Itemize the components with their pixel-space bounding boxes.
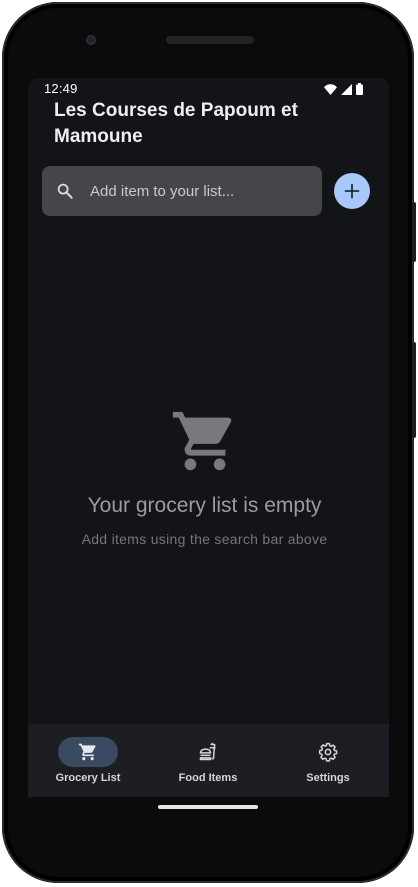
app-title: Les Courses de Papoum et Mamoune <box>54 100 298 147</box>
nav-item-settings[interactable]: Settings <box>268 724 388 797</box>
nav-label: Food Items <box>178 772 238 784</box>
status-icons <box>324 83 363 95</box>
power-button <box>412 202 416 262</box>
search-input[interactable] <box>90 166 310 216</box>
empty-state-subtitle: Add items using the search bar above <box>81 531 328 547</box>
front-camera <box>86 35 96 45</box>
gear-icon <box>318 742 338 762</box>
fastfood-icon <box>199 742 216 761</box>
nav-item-food-items[interactable]: Food Items <box>148 724 268 797</box>
search-bar[interactable] <box>42 166 322 216</box>
shopping-cart-icon <box>78 743 96 761</box>
nav-label: Grocery List <box>55 772 121 784</box>
nav-label: Settings <box>306 772 350 784</box>
plus-icon <box>344 183 360 199</box>
status-time: 12:49 <box>44 81 78 96</box>
wifi-icon <box>324 84 337 95</box>
status-bar: 12:49 <box>28 78 389 100</box>
phone-frame: 12:49 Les Courses de Papoum et Mamoune A… <box>2 2 416 883</box>
empty-state-title: Your grocery list is empty <box>87 494 322 517</box>
nav-icon-container <box>298 737 358 767</box>
nav-icon-container <box>178 737 238 767</box>
nav-item-grocery-list[interactable]: Grocery List <box>28 724 148 797</box>
active-indicator <box>58 737 118 767</box>
home-indicator[interactable] <box>158 805 258 809</box>
add-item-button[interactable] <box>334 173 370 209</box>
earpiece-speaker <box>166 36 254 44</box>
search-icon <box>57 183 73 199</box>
bottom-navigation: Grocery List Food Items Settings <box>28 724 389 797</box>
volume-button <box>412 342 416 438</box>
cell-signal-icon <box>341 84 352 95</box>
app-screen: 12:49 Les Courses de Papoum et Mamoune A… <box>28 78 389 797</box>
shopping-cart-icon <box>172 411 232 471</box>
battery-icon <box>356 83 363 95</box>
